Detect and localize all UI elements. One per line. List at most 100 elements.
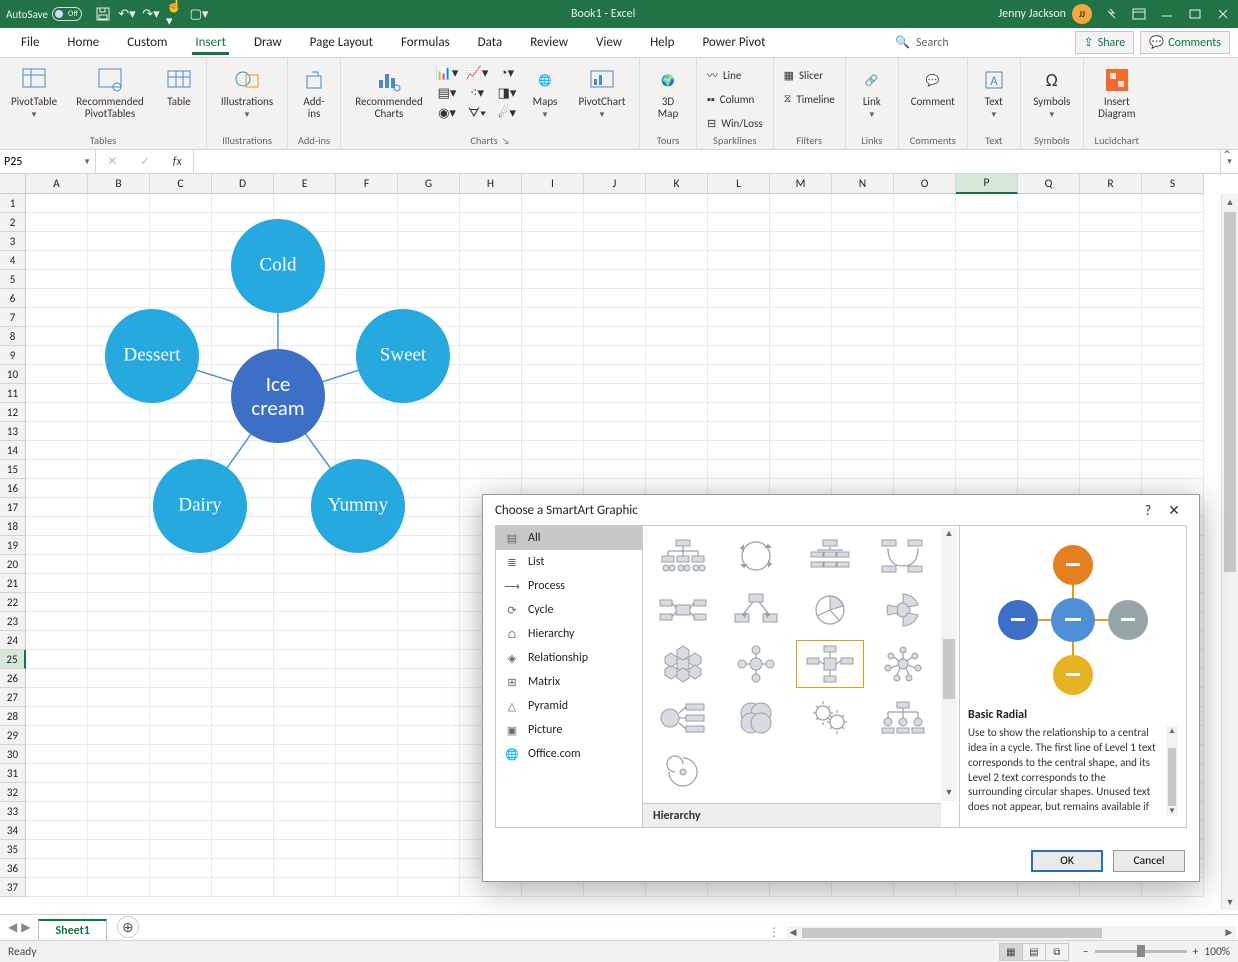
- cell[interactable]: [584, 346, 646, 365]
- row-header[interactable]: 9: [0, 346, 26, 365]
- row-header[interactable]: 28: [0, 707, 26, 726]
- cell[interactable]: [1142, 441, 1204, 460]
- cell[interactable]: [646, 384, 708, 403]
- cell[interactable]: [398, 688, 460, 707]
- dialog-help-icon[interactable]: ?: [1135, 502, 1161, 519]
- cell[interactable]: [646, 403, 708, 422]
- cell[interactable]: [398, 878, 460, 897]
- cell[interactable]: [150, 802, 212, 821]
- dialog-launcher-icon[interactable]: ↘: [502, 136, 510, 147]
- qat-expand-icon[interactable]: ▢▾: [190, 5, 208, 23]
- cell[interactable]: [522, 384, 584, 403]
- cell[interactable]: [956, 422, 1018, 441]
- cell[interactable]: [88, 631, 150, 650]
- cell[interactable]: [770, 232, 832, 251]
- cell[interactable]: [646, 327, 708, 346]
- cell[interactable]: [832, 194, 894, 213]
- formula-input[interactable]: [194, 150, 1220, 173]
- cell[interactable]: [646, 270, 708, 289]
- cell[interactable]: [708, 251, 770, 270]
- cell[interactable]: [832, 327, 894, 346]
- tab-draw[interactable]: Draw: [241, 31, 295, 54]
- tab-formulas[interactable]: Formulas: [388, 31, 463, 54]
- cell[interactable]: [212, 840, 274, 859]
- cell[interactable]: [1080, 346, 1142, 365]
- cell[interactable]: [274, 859, 336, 878]
- cell[interactable]: [770, 289, 832, 308]
- cell[interactable]: [770, 365, 832, 384]
- cell[interactable]: [398, 612, 460, 631]
- cell[interactable]: [274, 764, 336, 783]
- row-header[interactable]: 29: [0, 726, 26, 745]
- cell[interactable]: [956, 308, 1018, 327]
- cell[interactable]: [1018, 213, 1080, 232]
- cell[interactable]: [150, 840, 212, 859]
- cell[interactable]: [274, 650, 336, 669]
- surface-chart-icon[interactable]: ◉▾: [435, 104, 459, 122]
- cell[interactable]: [150, 669, 212, 688]
- cell[interactable]: [646, 346, 708, 365]
- undo-icon[interactable]: ↶▾: [118, 5, 136, 23]
- tab-custom[interactable]: Custom: [114, 31, 180, 54]
- cell[interactable]: [212, 631, 274, 650]
- cell[interactable]: [1018, 270, 1080, 289]
- cell[interactable]: [150, 631, 212, 650]
- cell[interactable]: [1080, 460, 1142, 479]
- cell[interactable]: [26, 726, 88, 745]
- col-chart-icon[interactable]: 📊▾: [435, 64, 459, 82]
- cell[interactable]: [956, 327, 1018, 346]
- pivottable-button[interactable]: PivotTable ▼: [6, 62, 62, 120]
- tab-power-pivot[interactable]: Power Pivot: [689, 31, 778, 54]
- cell[interactable]: [26, 574, 88, 593]
- cell[interactable]: [1142, 232, 1204, 251]
- cell[interactable]: [1080, 251, 1142, 270]
- cell[interactable]: [274, 821, 336, 840]
- cell[interactable]: [894, 384, 956, 403]
- cell[interactable]: [1080, 365, 1142, 384]
- cell[interactable]: [88, 688, 150, 707]
- cell[interactable]: [832, 384, 894, 403]
- addins-button[interactable]: Add- ins: [294, 62, 334, 120]
- row-header[interactable]: 7: [0, 308, 26, 327]
- cell[interactable]: [584, 365, 646, 384]
- cell[interactable]: [708, 270, 770, 289]
- cell[interactable]: [770, 308, 832, 327]
- cell[interactable]: [212, 726, 274, 745]
- cell[interactable]: [522, 327, 584, 346]
- cell[interactable]: [336, 821, 398, 840]
- smartart-thumb[interactable]: [723, 586, 791, 634]
- column-header[interactable]: A: [26, 174, 88, 194]
- smartart-diagram[interactable]: Icecream Cold Sweet Yummy Dairy Dessert: [60, 196, 480, 576]
- cell[interactable]: [336, 593, 398, 612]
- cell[interactable]: [708, 289, 770, 308]
- category-item[interactable]: 🌐Office.com: [496, 742, 642, 766]
- smartart-thumb[interactable]: [796, 532, 864, 580]
- smartart-node[interactable]: Dessert: [124, 344, 182, 365]
- cell[interactable]: [832, 270, 894, 289]
- row-header[interactable]: 32: [0, 783, 26, 802]
- row-header[interactable]: 20: [0, 555, 26, 574]
- cell[interactable]: [1142, 384, 1204, 403]
- cell[interactable]: [646, 460, 708, 479]
- name-box[interactable]: P25 ▼: [0, 150, 96, 173]
- cell[interactable]: [1018, 251, 1080, 270]
- cell[interactable]: [956, 441, 1018, 460]
- cell[interactable]: [522, 422, 584, 441]
- cell[interactable]: [212, 783, 274, 802]
- cell[interactable]: [88, 707, 150, 726]
- cell[interactable]: [88, 764, 150, 783]
- cell[interactable]: [1080, 308, 1142, 327]
- cell[interactable]: [26, 802, 88, 821]
- row-header[interactable]: 15: [0, 460, 26, 479]
- cell[interactable]: [88, 650, 150, 669]
- cell[interactable]: [646, 422, 708, 441]
- category-item[interactable]: △Pyramid: [496, 694, 642, 718]
- cell[interactable]: [584, 213, 646, 232]
- collapse-ribbon-icon[interactable]: ⌃: [1222, 148, 1232, 163]
- row-header[interactable]: 34: [0, 821, 26, 840]
- cell[interactable]: [150, 707, 212, 726]
- cell[interactable]: [336, 764, 398, 783]
- view-pagelayout-icon[interactable]: ▤: [1022, 943, 1046, 961]
- cell[interactable]: [1142, 194, 1204, 213]
- column-header[interactable]: N: [832, 174, 894, 194]
